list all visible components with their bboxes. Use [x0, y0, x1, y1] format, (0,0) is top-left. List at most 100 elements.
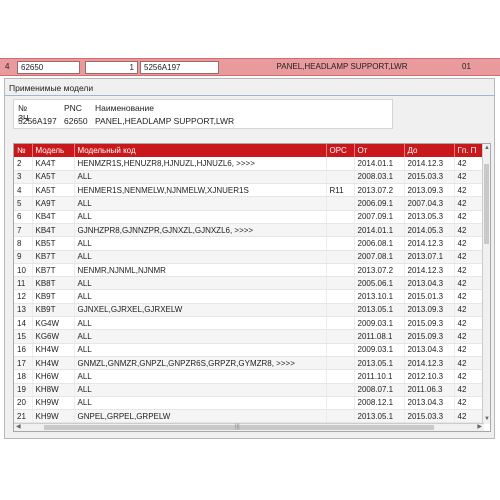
table-cell: 6 [14, 210, 33, 224]
table-cell [326, 409, 355, 424]
table-cell: GNPEL,GRPEL,GRPELW [74, 409, 327, 424]
table-row[interactable]: 4 KA5T HENMER1S,NENMELW,NJNMELW,XJNUER1S R1… [14, 183, 485, 198]
models-grid[interactable]: № Модель Модельный код ОРС От До Гп. П 2… [13, 143, 491, 432]
table-row[interactable]: 3 KA5T ALL 2008.03.1 2015.03.3 42 [14, 170, 485, 185]
table-cell [326, 170, 355, 185]
table-cell: 2009.03.1 [354, 343, 405, 357]
table-cell: 42 [454, 383, 485, 397]
column-header[interactable]: Модель [32, 144, 75, 157]
table-row[interactable]: 12 KB9T ALL 2013.10.1 2015.01.3 42 [14, 289, 485, 304]
table-cell: 9 [14, 250, 33, 264]
table-cell: 2008.03.1 [354, 170, 405, 185]
info-header-name: Наименование [95, 103, 154, 113]
table-row[interactable]: 19 KH8W ALL 2008.07.1 2011.06.3 42 [14, 383, 485, 397]
table-cell: 2006.09.1 [354, 196, 405, 211]
table-cell: GJNHZPR8,GJNNZPR,GJNXZL,GJNXZL6, >>>> [74, 223, 327, 238]
table-cell: KH4W [32, 356, 75, 371]
table-row[interactable]: 18 KH6W ALL 2011.10.1 2012.10.3 42 [14, 369, 485, 384]
table-cell: 2013.07.2 [354, 263, 405, 278]
applicable-models-panel: Применимые модели № ЗЧ PNC Наименование … [4, 78, 495, 439]
column-header[interactable]: От [354, 144, 405, 157]
table-cell: 2014.01.1 [354, 223, 405, 238]
table-cell: KH9W [32, 396, 75, 411]
table-cell: 11 [14, 276, 33, 291]
table-cell: 42 [454, 356, 485, 371]
table-cell [326, 396, 355, 411]
table-cell: KB5T [32, 236, 75, 251]
table-row[interactable]: 16 KH4W ALL 2009.03.1 2013.04.3 42 [14, 343, 485, 357]
table-row[interactable]: 5 KA9T ALL 2006.09.1 2007.04.3 42 [14, 196, 485, 211]
scroll-up-icon[interactable]: ▲ [484, 145, 490, 152]
table-cell: 42 [454, 329, 485, 344]
table-cell: 4 [14, 183, 33, 198]
info-pnc: 62650 [64, 116, 88, 126]
table-cell: 12 [14, 289, 33, 304]
column-header[interactable]: ОРС [326, 144, 355, 157]
table-cell: 42 [454, 303, 485, 318]
table-cell: ALL [74, 210, 327, 224]
column-header[interactable]: Гп. П [454, 144, 485, 157]
row-number: 4 [5, 62, 10, 71]
table-row[interactable]: 8 KB5T ALL 2006.08.1 2014.12.3 42 [14, 236, 485, 251]
info-name: PANEL,HEADLAMP SUPPORT,LWR [95, 116, 235, 126]
table-cell: 2013.07.2 [354, 183, 405, 198]
table-cell: 2 [14, 157, 33, 171]
table-row[interactable]: 15 KG6W ALL 2011.08.1 2015.09.3 42 [14, 329, 485, 344]
table-cell: KH6W [32, 369, 75, 384]
table-cell: GJNXEL,GJRXEL,GJRXELW [74, 303, 327, 318]
scroll-left-icon[interactable]: ◀ [16, 424, 21, 431]
table-row[interactable]: 13 KB9T GJNXEL,GJRXEL,GJRXELW 2013.05.1 2013… [14, 303, 485, 318]
quantity-field[interactable]: 1 [85, 61, 138, 74]
table-cell: 2014.12.3 [404, 263, 455, 278]
table-cell: ALL [74, 316, 327, 331]
table-row[interactable]: 7 KB4T GJNHZPR8,GJNNZPR,GJNXZL,GJNXZL6, >>… [14, 223, 485, 238]
table-cell: 13 [14, 303, 33, 318]
table-cell: KB4T [32, 223, 75, 238]
table-cell: ALL [74, 276, 327, 291]
table-row[interactable]: 10 KB7T NENMR,NJNML,NJNMR 2013.07.2 2014.12.… [14, 263, 485, 278]
table-row[interactable]: 2 KA4T HENMZR1S,HENUZR8,HJNUZL,HJNUZL6, >>… [14, 157, 485, 171]
info-part-no: 5256A197 [18, 116, 57, 126]
table-cell: GNMZL,GNMZR,GNPZL,GNPZR6S,GRPZR,GYMZR8, … [74, 356, 327, 371]
table-cell: ALL [74, 329, 327, 344]
vertical-scroll-thumb[interactable] [484, 164, 489, 244]
vertical-scrollbar[interactable]: ▲ ▼ [482, 144, 490, 424]
table-cell: 16 [14, 343, 33, 357]
column-header[interactable]: № [14, 144, 33, 157]
table-row[interactable]: 17 KH4W GNMZL,GNMZR,GNPZL,GNPZR6S,GRPZR,GY… [14, 356, 485, 371]
table-cell [326, 157, 355, 171]
table-cell: 15 [14, 329, 33, 344]
table-row[interactable]: 14 KG4W ALL 2009.03.1 2015.09.3 42 [14, 316, 485, 331]
scroll-down-icon[interactable]: ▼ [484, 416, 490, 423]
models-table: № Модель Модельный код ОРС От До Гп. П 2… [14, 144, 485, 424]
table-cell: ALL [74, 369, 327, 384]
table-row[interactable]: 6 KB4T ALL 2007.09.1 2013.05.3 42 [14, 210, 485, 224]
scroll-right-icon[interactable]: ▶ [477, 424, 482, 431]
table-cell: 2011.10.1 [354, 369, 405, 384]
table-cell: KB4T [32, 210, 75, 224]
table-cell: KA5T [32, 183, 75, 198]
table-cell: KH8W [32, 383, 75, 397]
column-header[interactable]: Модельный код [74, 144, 327, 157]
table-cell: 20 [14, 396, 33, 411]
table-row[interactable]: 20 KH9W ALL 2008.12.1 2013.04.3 42 [14, 396, 485, 411]
table-row[interactable]: 21 KH9W GNPEL,GRPEL,GRPELW 2013.05.1 2015.03… [14, 409, 485, 424]
table-row[interactable]: 9 KB7T ALL 2007.08.1 2013.07.1 42 [14, 250, 485, 264]
selected-part-bar: 4 62650 1 5256A197 PANEL,HEADLAMP SUPPOR… [0, 58, 500, 76]
column-header[interactable]: До [404, 144, 455, 157]
table-row[interactable]: 11 KB8T ALL 2005.06.1 2013.04.3 42 [14, 276, 485, 291]
pnc-field[interactable]: 62650 [17, 61, 80, 74]
table-cell: 42 [454, 183, 485, 198]
table-cell [326, 343, 355, 357]
table-cell [326, 223, 355, 238]
table-cell: KA4T [32, 157, 75, 171]
table-cell: 2013.05.1 [354, 303, 405, 318]
table-cell: 42 [454, 369, 485, 384]
part-name: PANEL,HEADLAMP SUPPORT,LWR [276, 62, 408, 71]
horizontal-scrollbar[interactable]: ◀ ||| ▶ [14, 423, 484, 431]
table-cell: ALL [74, 196, 327, 211]
table-cell: 42 [454, 263, 485, 278]
table-cell: 42 [454, 196, 485, 211]
part-number-field[interactable]: 5256A197 [140, 61, 219, 74]
table-cell: 42 [454, 170, 485, 185]
